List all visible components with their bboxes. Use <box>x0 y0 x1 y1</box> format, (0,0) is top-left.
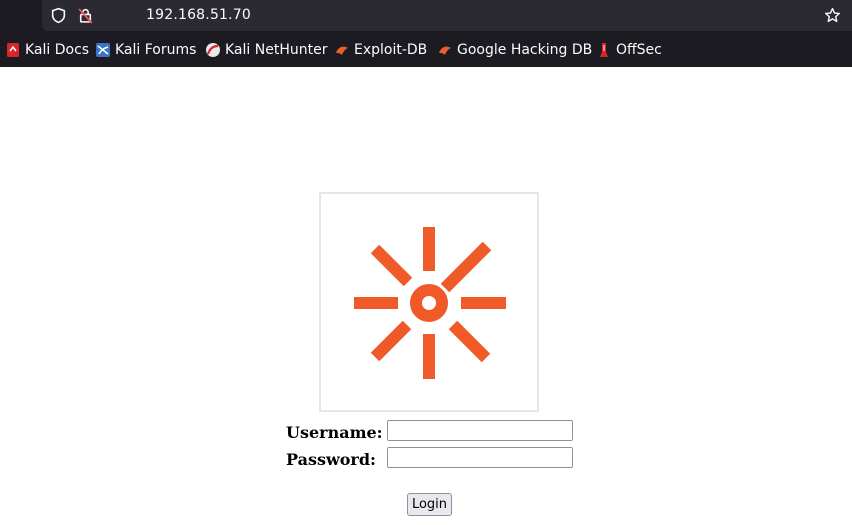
bookmark-offsec[interactable]: OffSec <box>596 38 662 62</box>
offsec-icon <box>600 43 608 57</box>
bookmark-label: Exploit-DB <box>354 42 428 58</box>
exploit-db-icon <box>336 46 348 55</box>
bookmark-kali-docs[interactable]: Kali Docs <box>5 38 89 62</box>
login-button[interactable]: Login <box>407 493 452 516</box>
kali-docs-icon <box>7 43 19 57</box>
logo-frame <box>319 192 539 412</box>
tracking-shield-icon[interactable] <box>50 7 67 24</box>
url-bar[interactable]: 192.168.51.70 <box>42 0 852 31</box>
kali-forums-icon <box>96 43 110 57</box>
password-label: Password: <box>286 450 376 469</box>
username-field[interactable] <box>387 420 573 441</box>
bookmark-label: OffSec <box>616 42 662 58</box>
bookmark-kali-forums[interactable]: Kali Forums <box>95 38 196 62</box>
url-text[interactable]: 192.168.51.70 <box>146 6 251 25</box>
browser-chrome: 192.168.51.70 Kali Docs Kali Forums Kali… <box>0 0 852 67</box>
kali-nethunter-icon <box>206 43 220 57</box>
password-field[interactable] <box>387 447 573 468</box>
bookmark-label: Kali Forums <box>115 42 197 58</box>
bookmark-label: Google Hacking DB <box>457 42 593 58</box>
orange-sunburst-logo <box>354 227 506 379</box>
ghdb-icon <box>439 46 451 55</box>
insecure-lock-icon[interactable] <box>77 7 94 24</box>
bookmark-kali-nethunter[interactable]: Kali NetHunter <box>205 38 327 62</box>
bookmarks-toolbar: Kali Docs Kali Forums Kali NetHunter Exp… <box>0 38 852 62</box>
bookmark-star-icon[interactable] <box>824 7 841 24</box>
bookmark-google-hacking-db[interactable]: Google Hacking DB <box>437 38 592 62</box>
bookmark-label: Kali Docs <box>25 42 90 58</box>
bookmark-label: Kali NetHunter <box>225 42 328 58</box>
bookmark-exploit-db[interactable]: Exploit-DB <box>334 38 427 62</box>
username-label: Username: <box>286 423 383 442</box>
